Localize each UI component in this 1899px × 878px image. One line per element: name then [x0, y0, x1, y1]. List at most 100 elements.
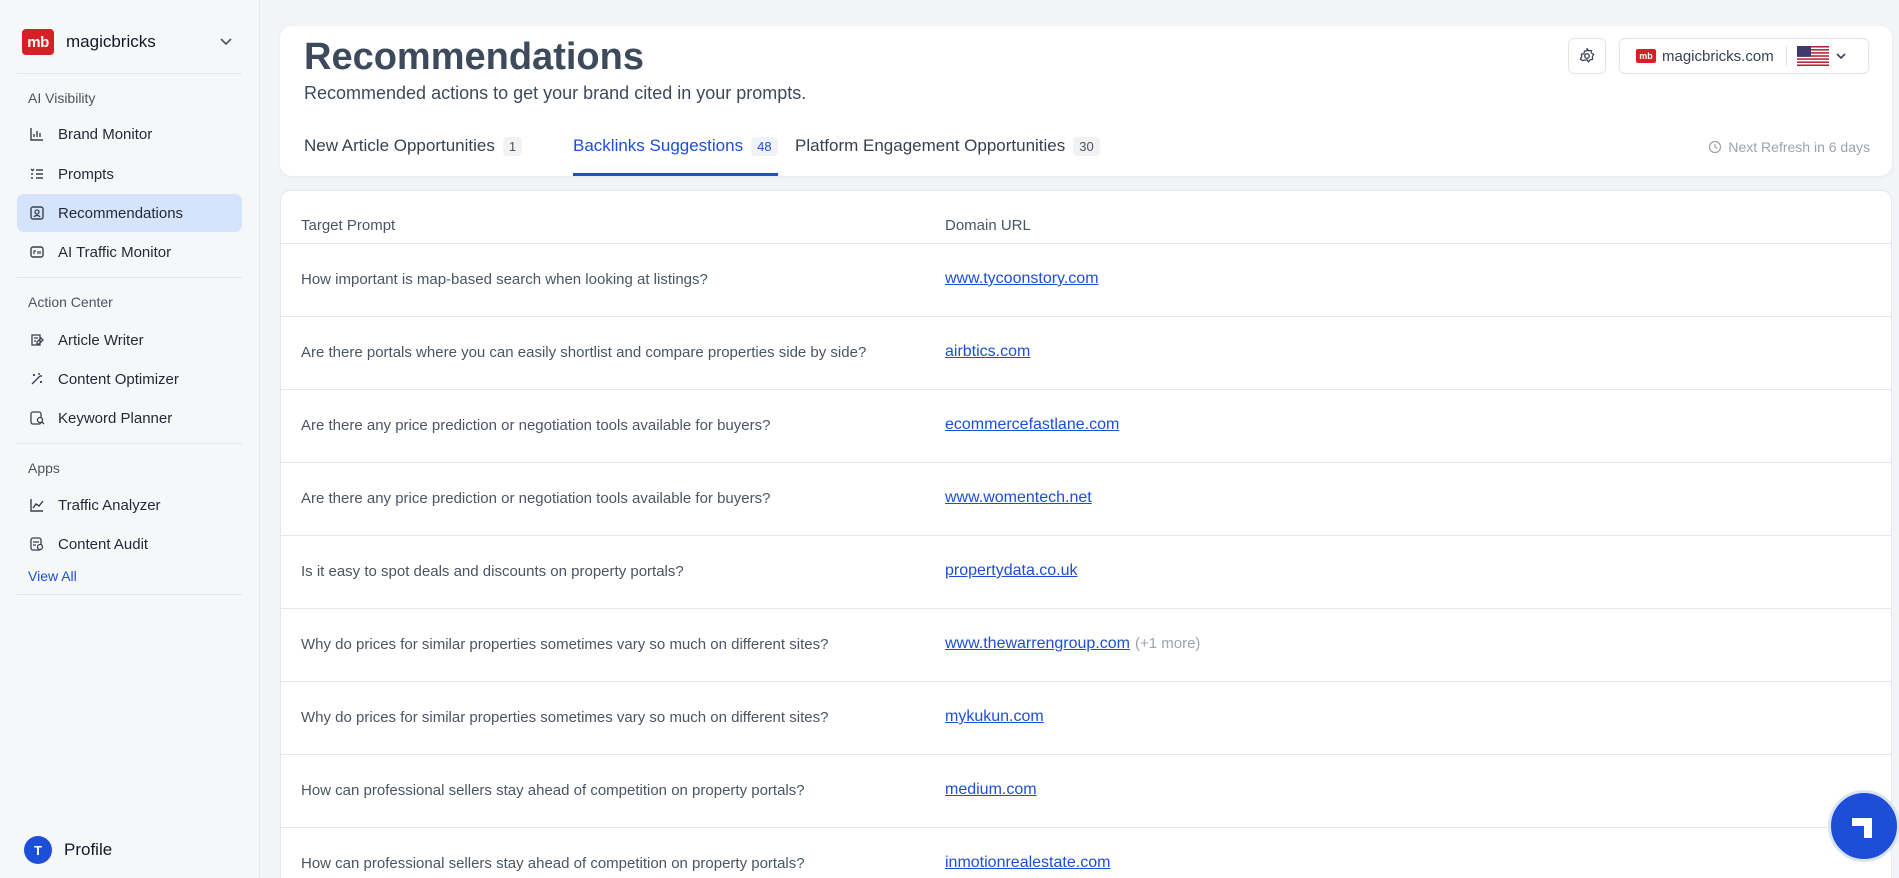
- table-row: How important is map-based search when l…: [281, 243, 1891, 316]
- view-all-link[interactable]: View All: [28, 568, 77, 584]
- bar-chart-icon: [28, 125, 46, 143]
- target-prompt-cell: Is it easy to spot deals and discounts o…: [301, 563, 684, 580]
- divider: [17, 443, 242, 444]
- backlinks-table: Target Prompt Domain URL How important i…: [280, 190, 1892, 878]
- divider: [17, 277, 242, 278]
- target-prompt-cell: How can professional sellers stay ahead …: [301, 782, 805, 799]
- domain-url-link[interactable]: www.womentech.net: [945, 489, 1092, 506]
- target-prompt-cell: How can professional sellers stay ahead …: [301, 855, 805, 872]
- more-count[interactable]: (+1 more): [1135, 635, 1200, 652]
- domain-selector[interactable]: mb magicbricks.com: [1619, 38, 1869, 74]
- table-row: Are there any price prediction or negoti…: [281, 389, 1891, 462]
- target-prompt-cell: How important is map-based search when l…: [301, 271, 708, 288]
- gear-icon: [1579, 47, 1595, 63]
- sidebar-item-label: Traffic Analyzer: [58, 496, 161, 514]
- tab-label: Backlinks Suggestions: [573, 136, 744, 155]
- target-prompt-cell: Are there portals where you can easily s…: [301, 344, 867, 361]
- domain-url-link[interactable]: airbtics.com: [945, 343, 1030, 360]
- domain-url-link[interactable]: mykukun.com: [945, 708, 1044, 725]
- clock-icon: [1709, 140, 1722, 154]
- line-chart-icon: [28, 496, 46, 514]
- domain-url-link[interactable]: www.tycoonstory.com: [945, 270, 1099, 287]
- sidebar-item-content-optimizer[interactable]: Content Optimizer: [17, 360, 242, 398]
- wand-icon: [28, 370, 46, 388]
- table-row: Are there portals where you can easily s…: [281, 316, 1891, 389]
- avatar: T: [24, 836, 52, 864]
- tab-label: New Article Opportunities: [304, 136, 495, 155]
- section-label-apps: Apps: [28, 460, 60, 476]
- table-row: How can professional sellers stay ahead …: [281, 827, 1891, 878]
- sidebar-item-label: Brand Monitor: [58, 125, 153, 143]
- keyword-icon: [28, 409, 46, 427]
- count-badge: 48: [751, 137, 778, 156]
- app-logo-icon: [1852, 818, 1872, 838]
- ai-traffic-icon: [28, 243, 46, 261]
- sidebar-item-traffic-analyzer[interactable]: Traffic Analyzer: [17, 486, 242, 524]
- section-label-ai-visibility: AI Visibility: [28, 90, 96, 106]
- sidebar-item-keyword-planner[interactable]: Keyword Planner: [17, 399, 242, 437]
- domain-name: magicbricks.com: [1662, 47, 1774, 65]
- table-row: Are there any price prediction or negoti…: [281, 462, 1891, 535]
- sidebar-item-label: Keyword Planner: [58, 409, 173, 427]
- target-prompt-cell: Are there any price prediction or negoti…: [301, 490, 771, 507]
- sidebar-item-content-audit[interactable]: Content Audit: [17, 525, 242, 563]
- sidebar-item-label: Recommendations: [58, 204, 184, 222]
- floating-chat-button[interactable]: [1828, 790, 1899, 862]
- sidebar-item-article-writer[interactable]: Article Writer: [17, 321, 242, 359]
- sidebar-item-brand-monitor[interactable]: Brand Monitor: [17, 115, 242, 153]
- divider: [1785, 46, 1787, 66]
- us-flag-icon: [1796, 46, 1829, 66]
- tab-backlinks-suggestions[interactable]: Backlinks Suggestions 48: [573, 136, 778, 176]
- divider: [17, 73, 242, 74]
- domain-url-link[interactable]: www.thewarrengroup.com: [945, 635, 1130, 652]
- next-refresh-status: Next Refresh in 6 days: [1708, 139, 1870, 155]
- section-label-action-center: Action Center: [28, 294, 113, 310]
- target-prompt-cell: Why do prices for similar properties som…: [301, 709, 829, 726]
- sidebar-item-label: Content Audit: [58, 535, 149, 553]
- column-header-target-prompt: Target Prompt: [301, 217, 396, 234]
- sidebar-item-label: AI Traffic Monitor: [58, 243, 172, 261]
- page-subtitle: Recommended actions to get your brand ci…: [304, 83, 807, 103]
- tab-new-article-opportunities[interactable]: New Article Opportunities 1: [304, 136, 523, 176]
- domain-url-link[interactable]: inmotionrealestate.com: [945, 854, 1110, 871]
- profile-button[interactable]: T Profile: [24, 836, 112, 864]
- table-row: Is it easy to spot deals and discounts o…: [281, 535, 1891, 608]
- divider: [17, 594, 242, 595]
- target-prompt-cell: Why do prices for similar properties som…: [301, 636, 829, 653]
- chevron-down-icon[interactable]: [218, 33, 234, 49]
- refresh-text: Next Refresh in 6 days: [1728, 139, 1870, 155]
- audit-icon: [28, 535, 46, 553]
- profile-label: Profile: [64, 840, 113, 859]
- sidebar-item-label: Prompts: [58, 165, 114, 183]
- chevron-down-icon: [1836, 53, 1846, 60]
- article-writer-icon: [28, 331, 46, 349]
- target-prompt-cell: Are there any price prediction or negoti…: [301, 417, 771, 434]
- domain-url-link[interactable]: propertydata.co.uk: [945, 562, 1078, 579]
- table-row: How can professional sellers stay ahead …: [281, 754, 1891, 827]
- table-row: Why do prices for similar properties som…: [281, 608, 1891, 681]
- brand-name: magicbricks: [66, 32, 156, 51]
- recommendations-icon: [28, 204, 46, 222]
- sidebar-item-label: Article Writer: [58, 331, 144, 349]
- domain-url-link[interactable]: ecommercefastlane.com: [945, 416, 1119, 433]
- brand-switcher[interactable]: mb magicbricks: [22, 26, 242, 58]
- list-icon: [28, 165, 46, 183]
- tab-platform-engagement-opportunities[interactable]: Platform Engagement Opportunities 30: [795, 136, 1100, 176]
- table-row: Why do prices for similar properties som…: [281, 681, 1891, 754]
- sidebar-item-recommendations[interactable]: Recommendations: [17, 194, 242, 232]
- sidebar-item-prompts[interactable]: Prompts: [17, 155, 242, 193]
- count-badge: 1: [502, 137, 523, 156]
- brand-logo: mb: [22, 29, 54, 55]
- settings-button[interactable]: [1568, 38, 1606, 74]
- page-title: Recommendations: [304, 36, 644, 78]
- sidebar: mb magicbricks AI Visibility Brand Monit…: [0, 0, 260, 878]
- active-tab-indicator: [573, 173, 778, 176]
- domain-logo: mb: [1636, 49, 1656, 63]
- tab-label: Platform Engagement Opportunities: [795, 136, 1066, 155]
- count-badge: 30: [1073, 137, 1100, 156]
- sidebar-item-label: Content Optimizer: [58, 370, 179, 388]
- sidebar-item-ai-traffic-monitor[interactable]: AI Traffic Monitor: [17, 233, 242, 271]
- header-card: Recommendations Recommended actions to g…: [280, 26, 1892, 176]
- column-header-domain-url: Domain URL: [945, 217, 1031, 234]
- domain-url-link[interactable]: medium.com: [945, 781, 1037, 798]
